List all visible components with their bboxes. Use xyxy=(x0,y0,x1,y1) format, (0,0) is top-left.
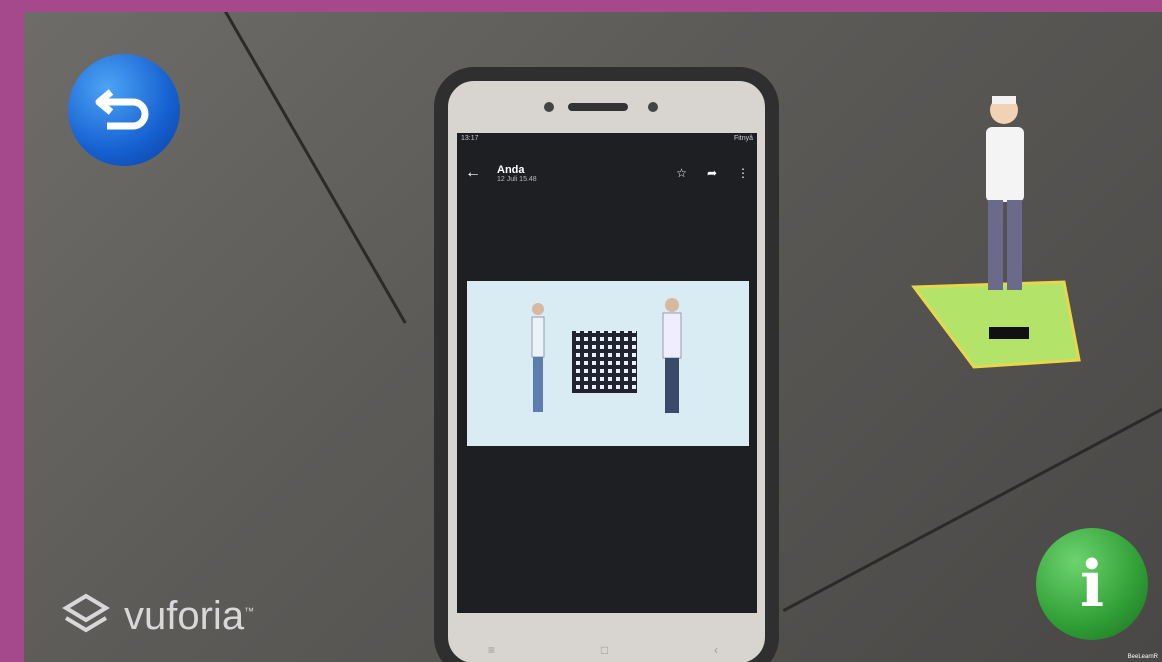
more-icon: ⋮ xyxy=(737,166,749,180)
phone-device: 13:17 Fitnyâ ← Anda 12 Juli 15.48 ☆ ➦ ⋮ xyxy=(434,67,779,662)
chat-header: ← Anda 12 Juli 15.48 ☆ ➦ ⋮ xyxy=(457,153,757,193)
back-arrow-icon: ← xyxy=(465,164,481,181)
star-icon: ☆ xyxy=(676,166,687,180)
brand-trademark: ™ xyxy=(244,606,255,618)
menu-nav-icon: ≡ xyxy=(488,643,496,657)
info-button[interactable]: i xyxy=(1036,528,1148,640)
camera-view: 13:17 Fitnyâ ← Anda 12 Juli 15.48 ☆ ➦ ⋮ xyxy=(24,12,1162,662)
floor-crack xyxy=(224,12,407,324)
phone-sensor xyxy=(544,102,554,112)
brand-name: vuforia xyxy=(124,593,245,638)
phone-earpiece xyxy=(568,103,628,111)
phone-status-bar: 13:17 Fitnyâ xyxy=(457,133,757,153)
vuforia-logo: vuforia™ xyxy=(62,592,254,640)
phone-screen: 13:17 Fitnyâ ← Anda 12 Juli 15.48 ☆ ➦ ⋮ xyxy=(457,133,757,613)
phone-camera xyxy=(648,102,658,112)
qr-code xyxy=(572,331,637,393)
phone-nav-bar: ≡ □ ‹ xyxy=(488,643,718,657)
watermark-text: BeeLearnR xyxy=(1127,654,1158,660)
back-button[interactable] xyxy=(68,54,180,166)
person-figure-left xyxy=(531,303,545,412)
vuforia-cube-icon xyxy=(62,593,110,633)
chat-title: Anda xyxy=(497,163,525,176)
marker-image xyxy=(467,281,749,446)
info-icon: i xyxy=(1079,546,1105,622)
share-icon: ➦ xyxy=(706,166,717,180)
back-nav-icon: ‹ xyxy=(713,643,718,657)
status-carrier: Fitnyâ xyxy=(733,135,753,142)
home-nav-icon: □ xyxy=(600,643,609,657)
ar-avatar-model xyxy=(911,96,1081,369)
person-figure-right xyxy=(662,298,682,413)
status-time: 13:17 xyxy=(461,135,479,142)
undo-arrow-icon xyxy=(95,89,149,130)
chat-subtitle: 12 Juli 15.48 xyxy=(497,175,537,183)
